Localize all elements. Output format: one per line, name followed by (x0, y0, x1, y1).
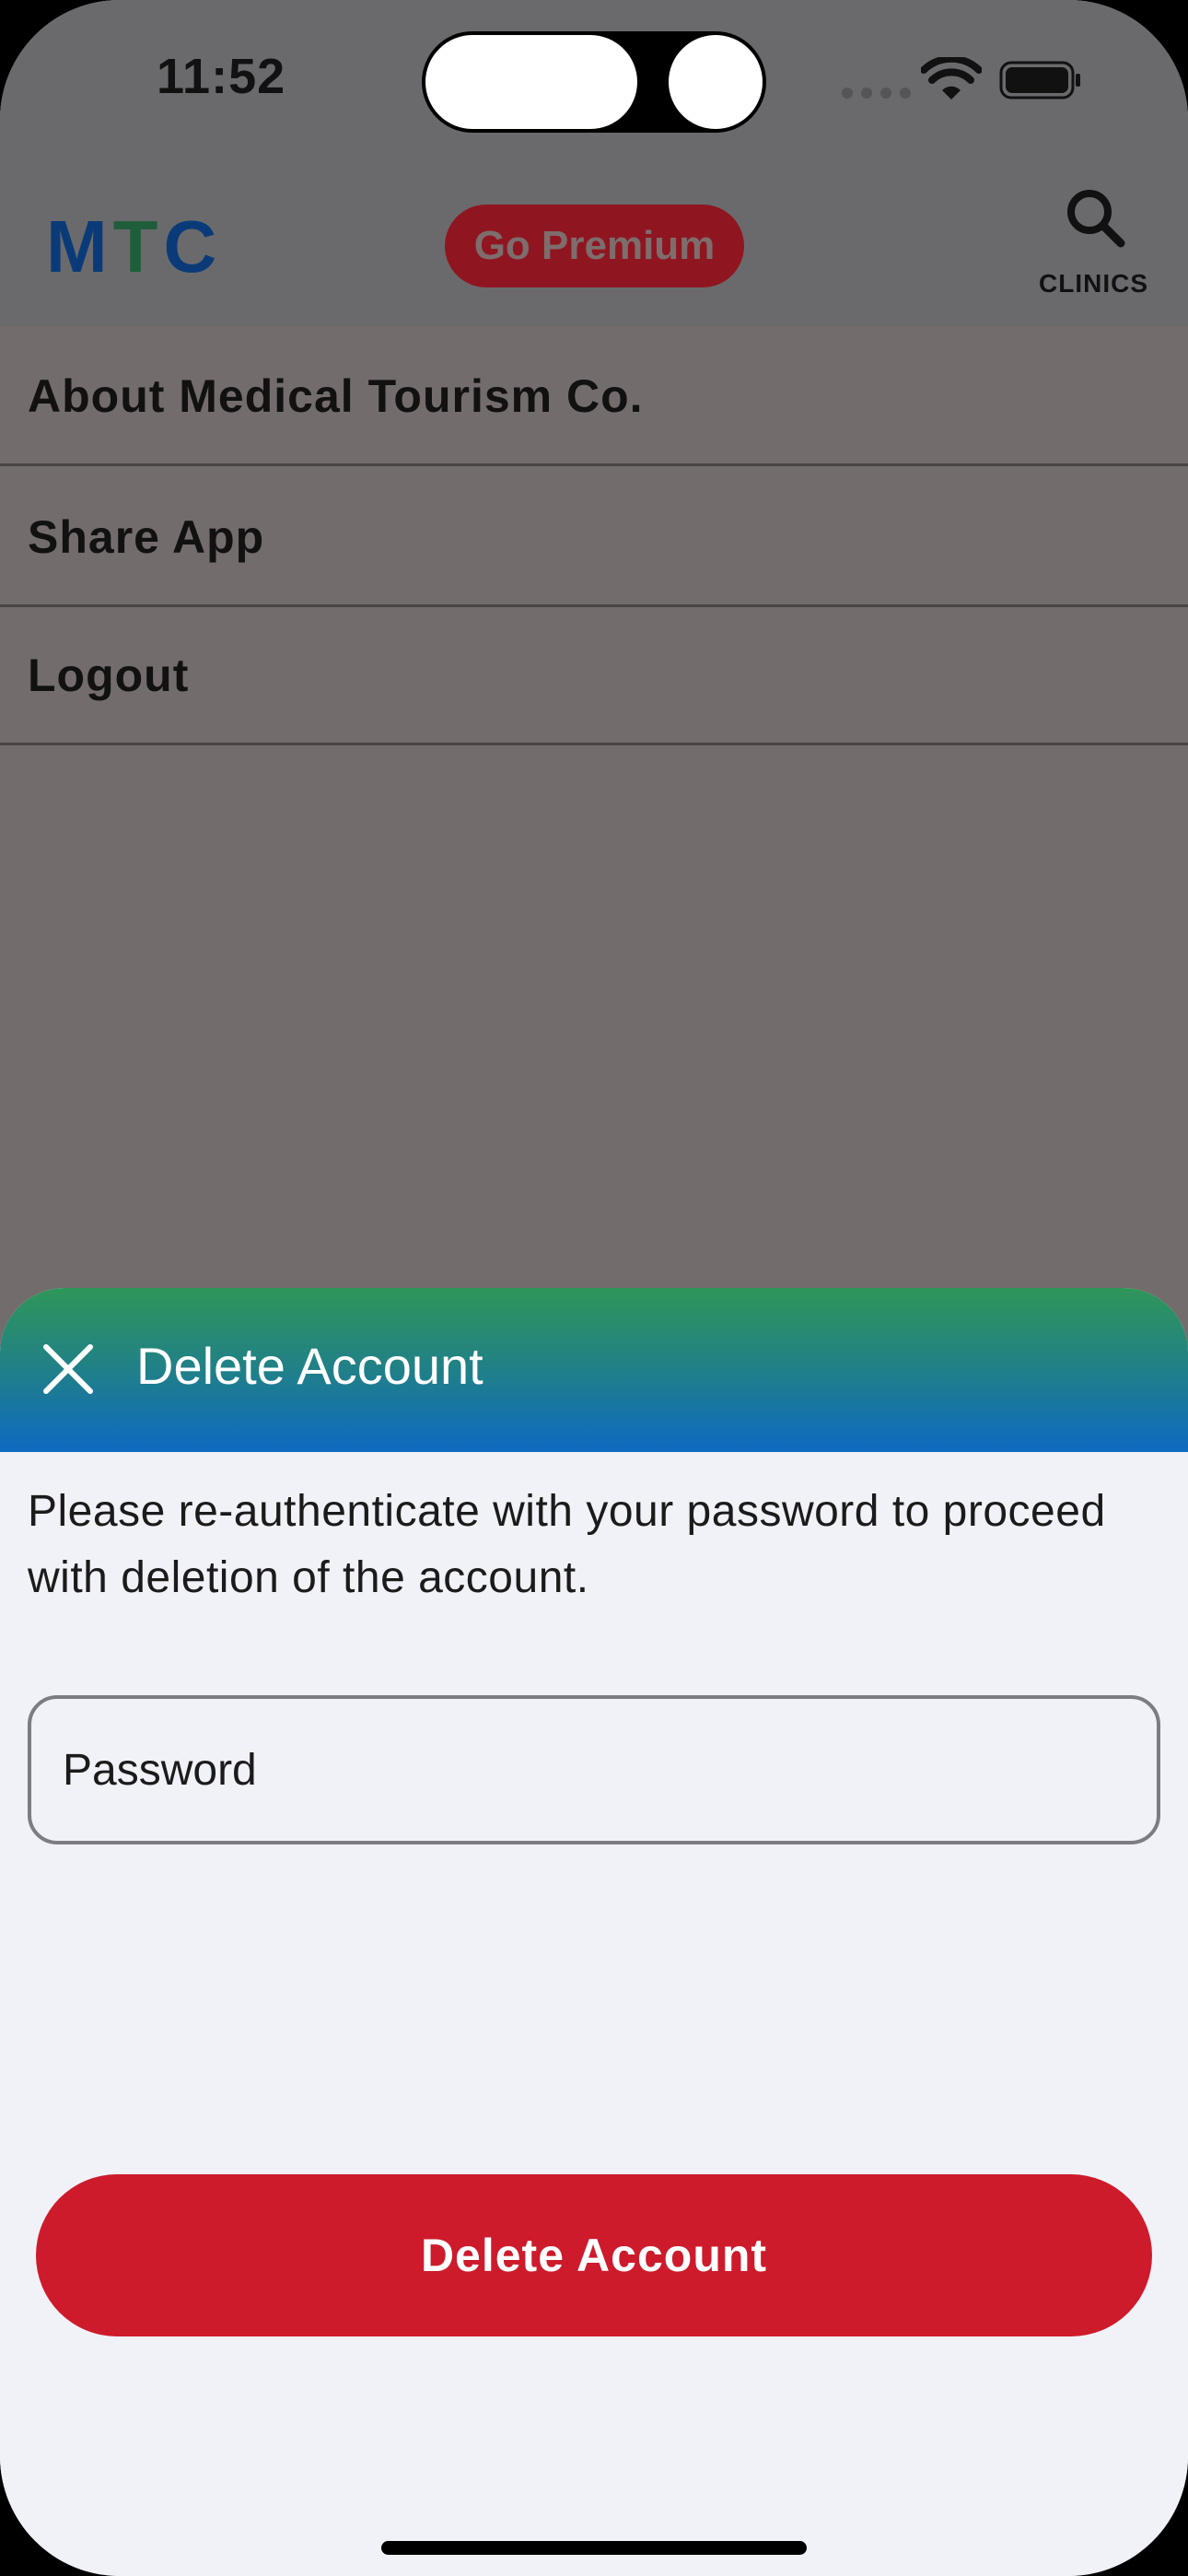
sheet-title: Delete Account (136, 1337, 483, 1395)
battery-icon (999, 61, 1080, 100)
island-pill (425, 35, 637, 129)
sheet-header: Delete Account (0, 1288, 1188, 1452)
search-icon (1067, 190, 1125, 248)
phone-screen: 11:52 MTC Go Premium CLINICS About Medic… (0, 0, 1188, 2576)
delete-account-sheet: Delete Account Please re-authenticate wi… (0, 1288, 1188, 2576)
delete-account-button[interactable]: Delete Account (36, 2174, 1152, 2336)
dynamic-island (422, 31, 766, 133)
wifi-icon (921, 57, 982, 100)
clinics-search-button[interactable]: CLINICS (1036, 184, 1151, 304)
go-premium-button[interactable]: Go Premium (445, 205, 744, 287)
status-bar: 11:52 (0, 0, 1188, 184)
cellular-signal-icon (842, 88, 911, 99)
home-indicator[interactable] (381, 2541, 807, 2555)
clinics-label: CLINICS (1039, 269, 1148, 298)
reauth-message: Please re-authenticate with your passwor… (28, 1487, 1106, 1602)
menu-item-share-app[interactable]: Share App (0, 469, 1188, 607)
password-input[interactable] (28, 1695, 1160, 1844)
island-dot (669, 35, 763, 129)
menu-item-logout[interactable]: Logout (0, 607, 1188, 745)
menu-item-about[interactable]: About Medical Tourism Co. (0, 328, 1188, 466)
status-time: 11:52 (157, 49, 286, 104)
mtc-logo[interactable]: MTC (46, 205, 222, 289)
close-icon[interactable] (42, 1343, 94, 1395)
